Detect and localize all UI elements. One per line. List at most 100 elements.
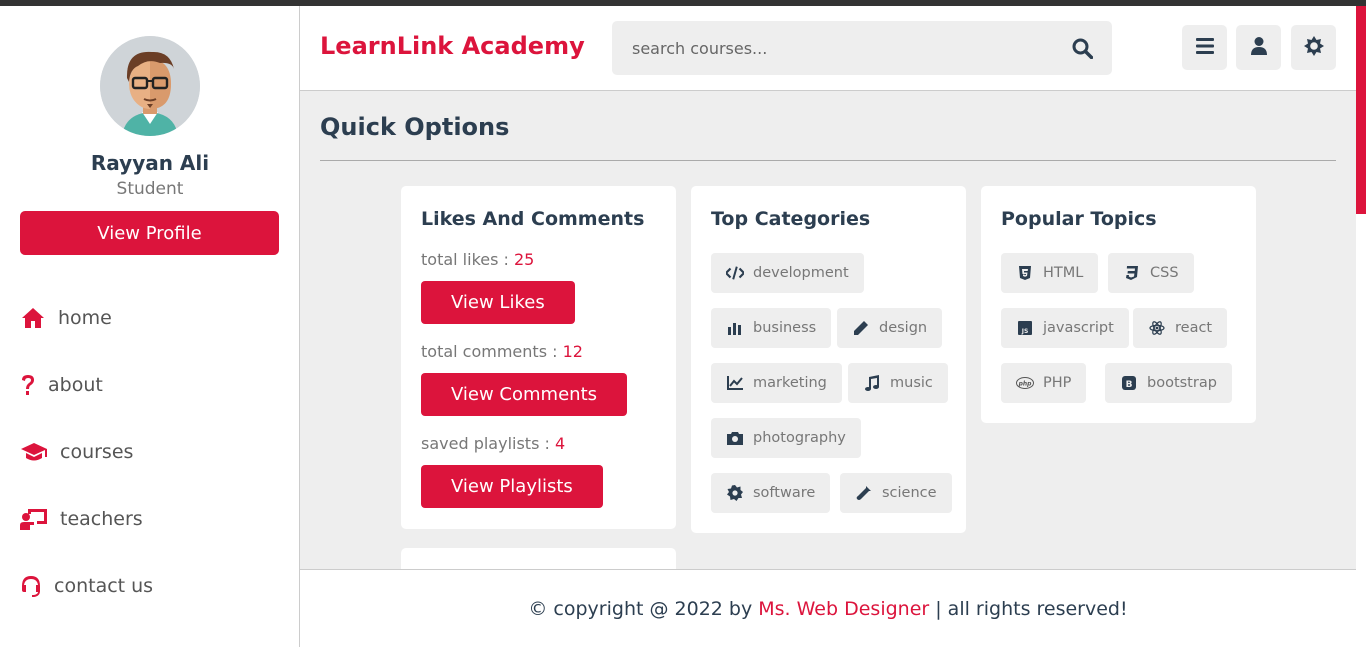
category-tag-business[interactable]: business <box>711 308 832 348</box>
likes-label: total likes : <box>421 250 514 269</box>
topic-tag-html[interactable]: HTML <box>1001 253 1099 293</box>
category-tag-science[interactable]: science <box>840 473 952 513</box>
card-title: Popular Topics <box>1001 208 1157 230</box>
tag-label: HTML <box>1043 265 1084 281</box>
search-icon[interactable] <box>1070 36 1094 60</box>
profile-role: Student <box>116 179 184 199</box>
tag-label: marketing <box>753 375 827 391</box>
php-icon: php <box>1016 374 1034 392</box>
footer-brand-link[interactable]: Ms. Web Designer <box>758 598 929 620</box>
header: LearnLink Academy <box>300 6 1356 91</box>
playlists-stat: saved playlists : 4 <box>421 434 565 453</box>
headset-icon <box>20 574 42 598</box>
tag-label: CSS <box>1150 265 1179 281</box>
tag-label: music <box>890 375 933 391</box>
js-icon: JS <box>1016 319 1034 337</box>
svg-text:B: B <box>1126 380 1133 390</box>
view-playlists-button[interactable]: View Playlists <box>421 465 603 508</box>
view-profile-button[interactable]: View Profile <box>20 211 279 255</box>
sidebar-item-label: courses <box>60 441 134 463</box>
tag-label: business <box>753 320 817 336</box>
tag-label: science <box>882 485 937 501</box>
view-comments-button[interactable]: View Comments <box>421 373 628 416</box>
sidebar-item-contact[interactable]: contact us <box>20 571 153 601</box>
likes-stat: total likes : 25 <box>421 250 534 269</box>
top-categories-card: Top Categories development business desi… <box>691 186 966 533</box>
search-input[interactable] <box>612 21 1052 75</box>
card-title: Likes And Comments <box>421 208 645 230</box>
playlists-value: 4 <box>554 434 566 453</box>
pen-icon <box>852 319 870 337</box>
vial-icon <box>855 484 873 502</box>
likes-comments-card: Likes And Comments total likes : 25 View… <box>401 186 676 529</box>
comments-stat: total comments : 12 <box>421 342 583 361</box>
tag-label: design <box>879 320 928 336</box>
search-form <box>612 21 1112 75</box>
title-divider <box>320 160 1336 161</box>
category-tag-marketing[interactable]: marketing <box>711 363 842 403</box>
category-tag-music[interactable]: music <box>848 363 948 403</box>
svg-text:JS: JS <box>1021 328 1029 335</box>
avatar[interactable] <box>100 36 200 136</box>
footer-suffix: | all rights reserved! <box>929 597 1128 620</box>
code-icon <box>726 264 744 282</box>
topic-tag-react[interactable]: react <box>1133 308 1228 348</box>
tag-label: photography <box>753 430 846 446</box>
menu-icon <box>1195 37 1214 58</box>
logo[interactable]: LearnLink Academy <box>320 32 585 60</box>
playlists-label: saved playlists : <box>421 434 555 453</box>
sidebar-item-home[interactable]: home <box>20 303 112 333</box>
view-likes-button[interactable]: View Likes <box>421 281 575 324</box>
comments-value: 12 <box>562 342 583 361</box>
topic-tag-javascript[interactable]: JS javascript <box>1001 308 1129 348</box>
tag-label: software <box>753 485 816 501</box>
category-tag-design[interactable]: design <box>837 308 943 348</box>
profile-name: Rayyan Ali <box>90 151 210 175</box>
tag-label: javascript <box>1043 320 1114 336</box>
topic-tag-bootstrap[interactable]: B bootstrap <box>1105 363 1232 403</box>
tag-label: development <box>753 265 849 281</box>
gear-icon <box>726 484 744 502</box>
category-tag-software[interactable]: software <box>711 473 831 513</box>
graduation-cap-icon <box>20 440 48 464</box>
likes-value: 25 <box>514 250 535 269</box>
music-icon <box>863 374 881 392</box>
react-icon <box>1148 319 1166 337</box>
footer-prefix: © copyright @ 2022 by <box>528 597 759 620</box>
card-title: Top Categories <box>711 208 871 230</box>
user-button[interactable] <box>1236 25 1281 70</box>
theme-toggle-button[interactable] <box>1291 25 1336 70</box>
sidebar-item-label: home <box>58 307 112 329</box>
sun-icon <box>1303 35 1324 60</box>
bootstrap-icon: B <box>1120 374 1138 392</box>
topic-tag-css[interactable]: CSS <box>1108 253 1194 293</box>
menu-button[interactable] <box>1182 25 1227 70</box>
chalkboard-teacher-icon <box>20 507 48 531</box>
line-chart-icon <box>726 374 744 392</box>
svg-text:php: php <box>1018 380 1033 387</box>
topic-tag-php[interactable]: php PHP <box>1001 363 1087 403</box>
sidebar-item-teachers[interactable]: teachers <box>20 504 143 534</box>
comments-label: total comments : <box>421 342 563 361</box>
css3-icon <box>1123 264 1141 282</box>
scrollbar-thumb[interactable] <box>1356 6 1366 214</box>
camera-icon <box>726 429 744 447</box>
sidebar-item-about[interactable]: about <box>20 370 103 400</box>
html5-icon <box>1016 264 1034 282</box>
tag-label: PHP <box>1043 375 1072 391</box>
sidebar: Rayyan Ali Student View Profile home abo… <box>0 6 300 647</box>
popular-topics-card: Popular Topics HTML CSS JS javascript re… <box>981 186 1256 423</box>
sidebar-item-label: contact us <box>54 575 154 597</box>
tag-label: bootstrap <box>1147 375 1217 391</box>
sidebar-item-courses[interactable]: courses <box>20 437 133 467</box>
home-icon <box>20 306 46 330</box>
footer: © copyright @ 2022 by Ms. Web Designer |… <box>300 569 1356 647</box>
category-tag-development[interactable]: development <box>711 253 864 293</box>
sidebar-item-label: teachers <box>60 508 143 530</box>
page-title: Quick Options <box>320 113 510 141</box>
bar-chart-icon <box>726 319 744 337</box>
question-icon <box>20 373 36 397</box>
sidebar-item-label: about <box>48 374 103 396</box>
user-icon <box>1250 36 1267 59</box>
category-tag-photography[interactable]: photography <box>711 418 861 458</box>
